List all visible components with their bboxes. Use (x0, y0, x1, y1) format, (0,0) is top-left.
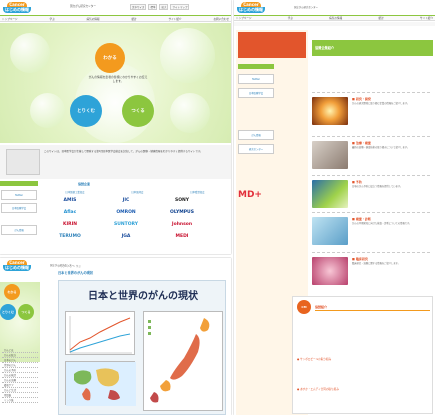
bottom-icon: CM (297, 300, 311, 314)
side-banner[interactable]: Twitter (238, 74, 274, 84)
list-item[interactable]: ■ 予防 日頃のがん予防に役立つ情報を提供しています。 (312, 175, 430, 209)
circle-tsukuru[interactable]: つくる (122, 95, 154, 127)
nav-item[interactable]: サイト紹介 (420, 16, 433, 20)
nav-item[interactable]: 統計 (379, 16, 384, 20)
site-logo[interactable]: Cancer はじめの情報 (3, 260, 31, 271)
list-item[interactable]: ■ 治療・検査 最新の治療・検査技術の取り組みについて紹介します。 (312, 136, 430, 170)
sponsor-logo[interactable]: KIRIN (52, 220, 88, 228)
sponsor-logo[interactable]: SONY (164, 196, 200, 204)
nav-item[interactable]: 学ぶ (49, 17, 54, 21)
circle-tsukuru[interactable]: つくる (18, 304, 34, 320)
site-logo[interactable]: Cancer はじめの情報 (3, 2, 31, 13)
sponsor-page-screenshot: Cancer はじめの情報 国立がん研究センター トップページ 学ぶ 病気の情報… (234, 0, 435, 415)
list-item[interactable]: ■ 臨床研究 臨床研究・治験に関する情報をご紹介します。 (312, 252, 430, 286)
top-page-screenshot: Cancer はじめの情報 国立がん研究センター 文字サイズ 標準 拡大 サイト… (0, 0, 231, 254)
list-item[interactable]: ■ 検査・診断 がんの早期発見に向けた検査・診断についての情報です。 (312, 212, 430, 246)
page-subtitle: 日本と世界のがんの現状 (58, 271, 94, 275)
side-banner[interactable]: がん情報 (1, 225, 37, 235)
side-banner[interactable]: 日本医療学会 (1, 203, 37, 213)
org-name: 国立がん研究センター (294, 6, 318, 9)
circle-torikumu[interactable]: とりくむ (70, 95, 102, 127)
site-logo[interactable]: Cancer はじめの情報 (237, 2, 265, 13)
nav-item[interactable]: トップページ (236, 16, 252, 20)
circle-torikumu[interactable]: とりくむ (0, 304, 16, 320)
nav-item[interactable]: 病気の情報 (329, 16, 342, 20)
sponsor-headers: 日本製薬工業協会 日本医師会 日本看護協会 (65, 191, 205, 194)
intro-image (6, 149, 40, 175)
sponsor-title: 協賛企業 (78, 182, 91, 186)
world-map-panel (65, 361, 136, 406)
org-name: 国立がん研究センター (70, 5, 96, 8)
side-banner[interactable]: 日本医療学会 (238, 88, 274, 98)
bottom-section: CM 協賛紹介 ● サッポロビールの取り組み ● あすか・エムディ合同の取り組み (292, 296, 433, 414)
header-links: 文字サイズ 標準 拡大 サイトマップ (130, 4, 190, 10)
main-nav: トップページ 学ぶ 病気の情報 統計 サイト紹介 お問い合わせ (0, 15, 231, 22)
hero-text: がんの情報を患者の皆様にわかりやすくお伝えします。 (88, 75, 148, 83)
sponsor-logo[interactable]: OMRON (108, 208, 144, 216)
item-thumbnail (312, 257, 348, 285)
sponsor-section: 協賛企業 日本製薬工業協会 日本医師会 日本看護協会 AMIS JIC SONY… (40, 180, 230, 254)
circle-wakaru[interactable]: わかる (4, 284, 20, 300)
side-menu: がんとは がんの統計 日本のがん 世界のがん がんの予防 がんの検診 がんの治療… (0, 348, 40, 415)
item-thumbnail (312, 180, 348, 208)
circle-wakaru[interactable]: わかる (95, 43, 125, 73)
left-logo-box (238, 32, 306, 58)
stats-page-screenshot: Cancer はじめの情報 国立がん研究センター わかる とりくむ つくる がん… (0, 258, 231, 415)
main-nav: トップページ 学ぶ 病気の情報 統計 サイト紹介 (234, 15, 435, 21)
sponsor-logo[interactable]: Johnson (164, 220, 200, 228)
stats-hero-image: 日本と世界のがんの現状 (58, 280, 226, 415)
bottom-link[interactable]: ● サッポロビールの取り組み (297, 357, 331, 361)
nav-item[interactable]: お問い合わせ (213, 17, 229, 21)
sponsor-logo[interactable]: TERUMO (52, 232, 88, 240)
nav-item[interactable]: サイト紹介 (169, 17, 182, 21)
japan-map-panel (143, 311, 223, 411)
item-thumbnail (312, 141, 348, 169)
hero-area: わかる とりくむ つくる がんの情報を患者の皆様にわかりやすくお伝えします。 (0, 23, 231, 143)
nav-item[interactable]: 学ぶ (288, 16, 293, 20)
sponsor-logo[interactable]: Aflac (52, 208, 88, 216)
bottom-link[interactable]: ● あすか・エムディ合同の取り組み (297, 387, 339, 391)
sponsor-logo[interactable]: MEDI (164, 232, 200, 240)
side-banner[interactable]: がん情報 (238, 130, 274, 140)
section-header: 協賛企業紹介 (312, 40, 433, 56)
breadcrumb (234, 22, 435, 26)
divider (315, 310, 430, 311)
item-thumbnail (312, 97, 348, 125)
sponsor-logo[interactable]: SUNTORY (108, 220, 144, 228)
side-banner[interactable]: Twitter (1, 190, 37, 200)
list-item[interactable]: ■ 研究・開発 がんの研究開発に取り組む企業の情報をご紹介します。 (312, 92, 430, 126)
intro-band: このサイトは、日本医学会が主催して開発する第1回日本医学会総会を記念して、がんの… (0, 145, 231, 179)
sponsor-logo[interactable]: OLYMPUS (164, 208, 200, 216)
nav-item[interactable]: 病気の情報 (87, 17, 100, 21)
stats-hero-title: 日本と世界のがんの現状 (88, 291, 198, 302)
sponsor-logo[interactable]: AMIS (52, 196, 88, 204)
nav-item[interactable]: トップページ (2, 17, 18, 21)
sponsor-logo[interactable]: JGA (108, 232, 144, 240)
breadcrumb: トップページ > 学ぶ (58, 265, 81, 268)
intro-text: このサイトは、日本医学会が主催して開発する第1回日本医学会総会を記念して、がんの… (44, 150, 203, 153)
side-banner[interactable]: 研究センター (238, 144, 274, 154)
item-thumbnail (312, 217, 348, 245)
side-green-bar (0, 181, 38, 186)
sponsor-logo[interactable]: JIC (108, 196, 144, 204)
bottom-title: 協賛紹介 (315, 305, 328, 309)
chart-panel (65, 311, 135, 355)
nav-item[interactable]: 統計 (131, 17, 136, 21)
mdplus-logo[interactable]: MD+ (238, 190, 262, 200)
side-green-bar (238, 64, 274, 69)
